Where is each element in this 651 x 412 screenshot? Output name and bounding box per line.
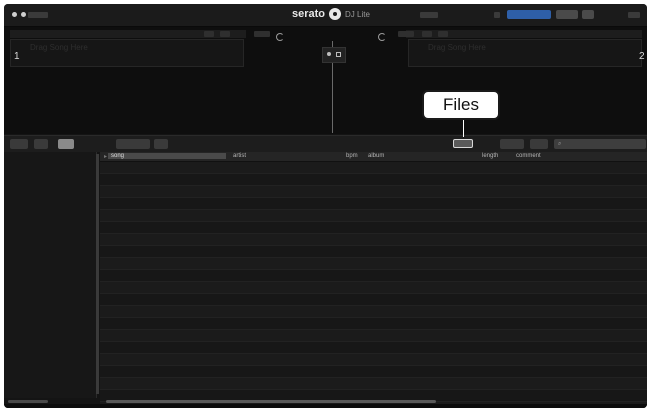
table-row[interactable] [100, 210, 647, 222]
deck-2-number: 2 [639, 51, 645, 62]
table-row[interactable] [100, 378, 647, 390]
autoplay-button[interactable] [116, 139, 150, 149]
setup-menu-button[interactable] [556, 10, 578, 19]
track-rows [100, 162, 647, 408]
table-row[interactable] [100, 186, 647, 198]
deck-2-knob-icon[interactable] [378, 33, 386, 41]
crossfader-icon[interactable] [327, 52, 331, 56]
crate-sidebar[interactable] [4, 152, 97, 398]
serato-logo-icon [329, 8, 342, 20]
deck-area: Drag Song Here 1 Drag Song Here 2 [4, 27, 647, 134]
deck-1-sync[interactable] [254, 31, 270, 37]
table-row[interactable] [100, 234, 647, 246]
deck-2-hint: Drag Song Here [428, 43, 486, 52]
autoplay-options-button[interactable] [154, 139, 168, 149]
table-row[interactable] [100, 318, 647, 330]
table-row[interactable] [100, 174, 647, 186]
deck-1-control[interactable] [204, 31, 214, 37]
title-bar: serato DJ Lite [4, 4, 647, 27]
column-header-row: ▸ song artist bpm album length comment [100, 152, 647, 162]
history-button[interactable] [530, 139, 548, 149]
table-row[interactable] [100, 162, 647, 174]
track-list: ▸ song artist bpm album length comment [100, 152, 647, 408]
table-row[interactable] [100, 282, 647, 294]
deck-2-control[interactable] [422, 31, 432, 37]
table-row[interactable] [100, 294, 647, 306]
search-input[interactable]: ⌕ [554, 139, 646, 149]
table-row[interactable] [100, 330, 647, 342]
deck-2-sync[interactable] [398, 31, 414, 37]
link-icon[interactable] [336, 52, 341, 57]
column-song[interactable]: song [108, 153, 226, 159]
sidebar-horizontal-scrollbar[interactable] [8, 400, 48, 403]
table-row[interactable] [100, 246, 647, 258]
library-toolbar: ⌕ [4, 135, 647, 152]
files-callout: Files [422, 90, 500, 120]
table-row[interactable] [100, 258, 647, 270]
titlebar-indicator [420, 12, 438, 18]
prepare-button[interactable] [500, 139, 524, 149]
search-icon: ⌕ [558, 141, 562, 147]
minimize-window-button[interactable] [21, 12, 26, 17]
serato-window: serato DJ Lite Drag Song Here 1 Drag Son… [4, 4, 647, 408]
sidebar-scrollbar[interactable] [96, 154, 99, 394]
table-row[interactable] [100, 306, 647, 318]
mixer-center-panel [322, 47, 346, 63]
app-edition: DJ Lite [345, 9, 370, 19]
titlebar-control[interactable] [28, 12, 48, 18]
table-row[interactable] [100, 354, 647, 366]
deck-1-number: 1 [14, 51, 20, 62]
settings-button[interactable] [582, 10, 594, 19]
table-row[interactable] [100, 198, 647, 210]
column-album[interactable]: album [368, 153, 384, 159]
layout-icon[interactable] [628, 12, 640, 18]
titlebar-icon[interactable] [494, 12, 500, 18]
deck-2-control[interactable] [438, 31, 448, 37]
table-row[interactable] [100, 222, 647, 234]
close-window-button[interactable] [12, 12, 17, 17]
library-tool-button[interactable] [34, 139, 48, 149]
files-button[interactable] [453, 139, 473, 148]
deck-1-hint: Drag Song Here [30, 43, 88, 52]
add-crate-button[interactable] [10, 139, 28, 149]
table-row[interactable] [100, 342, 647, 354]
sort-icon[interactable]: ▸ [104, 153, 107, 160]
files-callout-label: Files [443, 95, 479, 114]
column-song-label: song [111, 153, 125, 159]
status-bar [4, 404, 647, 408]
table-row[interactable] [100, 270, 647, 282]
app-logo: serato DJ Lite [292, 8, 370, 20]
view-toggle-button[interactable] [58, 139, 74, 149]
callout-pointer [463, 120, 464, 137]
table-row[interactable] [100, 366, 647, 378]
deck-1-knob-icon[interactable] [276, 33, 284, 41]
column-artist[interactable]: artist [233, 153, 246, 159]
upgrade-button[interactable] [507, 10, 551, 19]
column-length[interactable]: length [482, 153, 498, 159]
app-brand-name: serato [292, 8, 326, 20]
tracklist-horizontal-scrollbar[interactable] [106, 400, 436, 403]
column-comment[interactable]: comment [516, 153, 541, 159]
deck-1-control[interactable] [220, 31, 230, 37]
column-bpm[interactable]: bpm [346, 153, 358, 159]
